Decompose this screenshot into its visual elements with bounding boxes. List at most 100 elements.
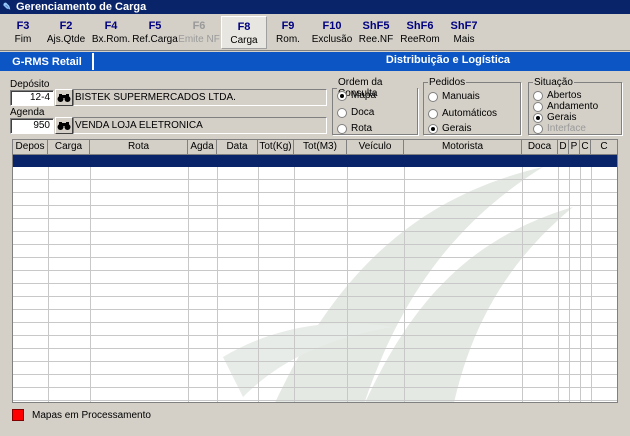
col-d[interactable]: D xyxy=(558,140,569,154)
deposito-name-display: BISTEK SUPERMERCADOS LTDA. xyxy=(73,89,327,106)
agenda-code-field[interactable]: 950 xyxy=(10,118,54,134)
col-c1[interactable]: C xyxy=(580,140,591,154)
radio-dot xyxy=(533,90,543,101)
mais-button[interactable]: ShF7 Mais xyxy=(441,16,487,49)
radio-dot xyxy=(337,90,347,101)
radio-dot xyxy=(533,123,543,134)
carga-label: Carga xyxy=(230,35,258,46)
pedidos-gerais-radio[interactable]: Gerais xyxy=(428,123,471,134)
ordem-mapa-label: Mapa xyxy=(351,90,377,101)
module-banner: G-RMS Retail Distribuição e Logística xyxy=(0,52,630,71)
pedidos-gerais-label: Gerais xyxy=(442,123,472,134)
mais-key: ShF7 xyxy=(450,20,478,32)
carga-button[interactable]: F8 Carga xyxy=(221,16,267,49)
ree-nf-button[interactable]: ShF5 Ree.NF xyxy=(353,16,399,49)
col-p[interactable]: P xyxy=(569,140,580,154)
situacao-abertos-radio[interactable]: Abertos xyxy=(533,90,581,101)
pedidos-automaticos-radio[interactable]: Automáticos xyxy=(428,108,497,119)
fim-label: Fim xyxy=(14,34,32,45)
rom-button[interactable]: F9 Rom. xyxy=(265,16,311,49)
situacao-legend: Situação xyxy=(534,77,573,88)
ordem-rota-label: Rota xyxy=(351,123,373,134)
fim-key: F3 xyxy=(16,20,30,32)
situacao-andamento-label: Andamento xyxy=(547,101,599,112)
col-doca[interactable]: Doca xyxy=(522,140,558,154)
col-tot-kg[interactable]: Tot(Kg) xyxy=(258,140,294,154)
ordem-mapa-radio[interactable]: Mapa xyxy=(337,90,376,101)
ref-carga-key: F5 xyxy=(148,20,162,32)
deposito-search-button[interactable] xyxy=(55,89,73,106)
emite-nf-label: Emite NF xyxy=(178,34,220,45)
exclusao-key: F10 xyxy=(322,20,342,32)
pedidos-manuais-label: Manuais xyxy=(442,91,480,102)
col-rota[interactable]: Rota xyxy=(90,140,188,154)
reerom-label: ReeRom xyxy=(400,34,440,45)
col-motorista[interactable]: Motorista xyxy=(404,140,522,154)
exclusao-label: Exclusão xyxy=(311,34,353,45)
binoculars-icon xyxy=(57,93,71,102)
window-title: Gerenciamento de Carga xyxy=(16,1,147,13)
emite-nf-button[interactable]: F6 Emite NF xyxy=(176,16,222,49)
rom-label: Rom. xyxy=(276,34,300,45)
pedidos-manuais-radio[interactable]: Manuais xyxy=(428,91,480,102)
cargas-grid[interactable]: Depos Carga Rota Agda Data Tot(Kg) Tot(M… xyxy=(12,139,618,403)
exclusao-button[interactable]: F10 Exclusão xyxy=(309,16,355,49)
red-legend-swatch xyxy=(12,409,24,421)
situacao-andamento-radio[interactable]: Andamento xyxy=(533,101,598,112)
binoculars-icon xyxy=(57,121,71,130)
agenda-label: Agenda xyxy=(10,107,45,118)
ree-nf-label: Ree.NF xyxy=(358,34,394,45)
col-veiculo[interactable]: Veículo xyxy=(347,140,404,154)
col-carga[interactable]: Carga xyxy=(48,140,90,154)
col-c2[interactable]: C xyxy=(591,140,617,154)
ordem-doca-radio[interactable]: Doca xyxy=(337,107,374,118)
mais-label: Mais xyxy=(453,34,475,45)
ree-nf-key: ShF5 xyxy=(362,20,390,32)
pedidos-automaticos-label: Automáticos xyxy=(442,108,498,119)
col-depos[interactable]: Depos xyxy=(13,140,48,154)
ajs-qtde-label: Ajs.Qtde xyxy=(46,34,86,45)
situacao-gerais-radio[interactable]: Gerais xyxy=(533,112,576,123)
grid-header: Depos Carga Rota Agda Data Tot(Kg) Tot(M… xyxy=(13,140,617,155)
situacao-interface-label: Interface xyxy=(547,123,586,134)
ajs-qtde-button[interactable]: F2 Ajs.Qtde xyxy=(43,16,89,49)
radio-dot xyxy=(337,123,347,134)
reerom-button[interactable]: ShF6 ReeRom xyxy=(397,16,443,49)
carga-key: F8 xyxy=(237,21,251,33)
grid-body[interactable] xyxy=(13,167,617,402)
fim-button[interactable]: F3 Fim xyxy=(0,16,46,49)
radio-dot xyxy=(533,101,543,112)
status-legend: Mapas em Processamento xyxy=(12,407,618,423)
bx-rom-button[interactable]: F4 Bx.Rom. xyxy=(88,16,134,49)
radio-dot xyxy=(533,112,543,123)
deposito-label: Depósito xyxy=(10,79,50,90)
rom-key: F9 xyxy=(281,20,295,32)
bx-rom-label: Bx.Rom. xyxy=(91,34,131,45)
brand-label: G-RMS Retail xyxy=(2,53,94,70)
radio-dot xyxy=(428,123,438,134)
function-key-toolbar: F3 Fim F2 Ajs.Qtde F4 Bx.Rom. F5 Ref.Car… xyxy=(0,14,630,51)
legend-text: Mapas em Processamento xyxy=(32,409,151,421)
situacao-gerais-label: Gerais xyxy=(547,112,577,123)
ordem-rota-radio[interactable]: Rota xyxy=(337,123,372,134)
window-titlebar: ✎ Gerenciamento de Carga xyxy=(0,0,630,14)
situacao-interface-radio[interactable]: Interface xyxy=(533,123,586,134)
pedidos-legend: Pedidos xyxy=(429,77,466,88)
radio-dot xyxy=(337,107,347,118)
radio-dot xyxy=(428,108,438,119)
app-icon: ✎ xyxy=(2,1,12,13)
col-data[interactable]: Data xyxy=(217,140,258,154)
deposito-code-field[interactable]: 12-4 xyxy=(10,90,54,106)
agenda-search-button[interactable] xyxy=(55,117,73,134)
bx-rom-key: F4 xyxy=(104,20,118,32)
module-subtitle: Distribuição e Logística xyxy=(385,54,510,66)
col-tot-m3[interactable]: Tot(M3) xyxy=(294,140,347,154)
col-agda[interactable]: Agda xyxy=(188,140,217,154)
ref-carga-button[interactable]: F5 Ref.Carga xyxy=(132,16,178,49)
ref-carga-label: Ref.Carga xyxy=(132,34,178,45)
emite-nf-key: F6 xyxy=(192,20,206,32)
situacao-abertos-label: Abertos xyxy=(547,90,582,101)
agenda-name-display: VENDA LOJA ELETRONICA xyxy=(73,117,327,134)
reerom-key: ShF6 xyxy=(406,20,434,32)
ajs-qtde-key: F2 xyxy=(59,20,73,32)
